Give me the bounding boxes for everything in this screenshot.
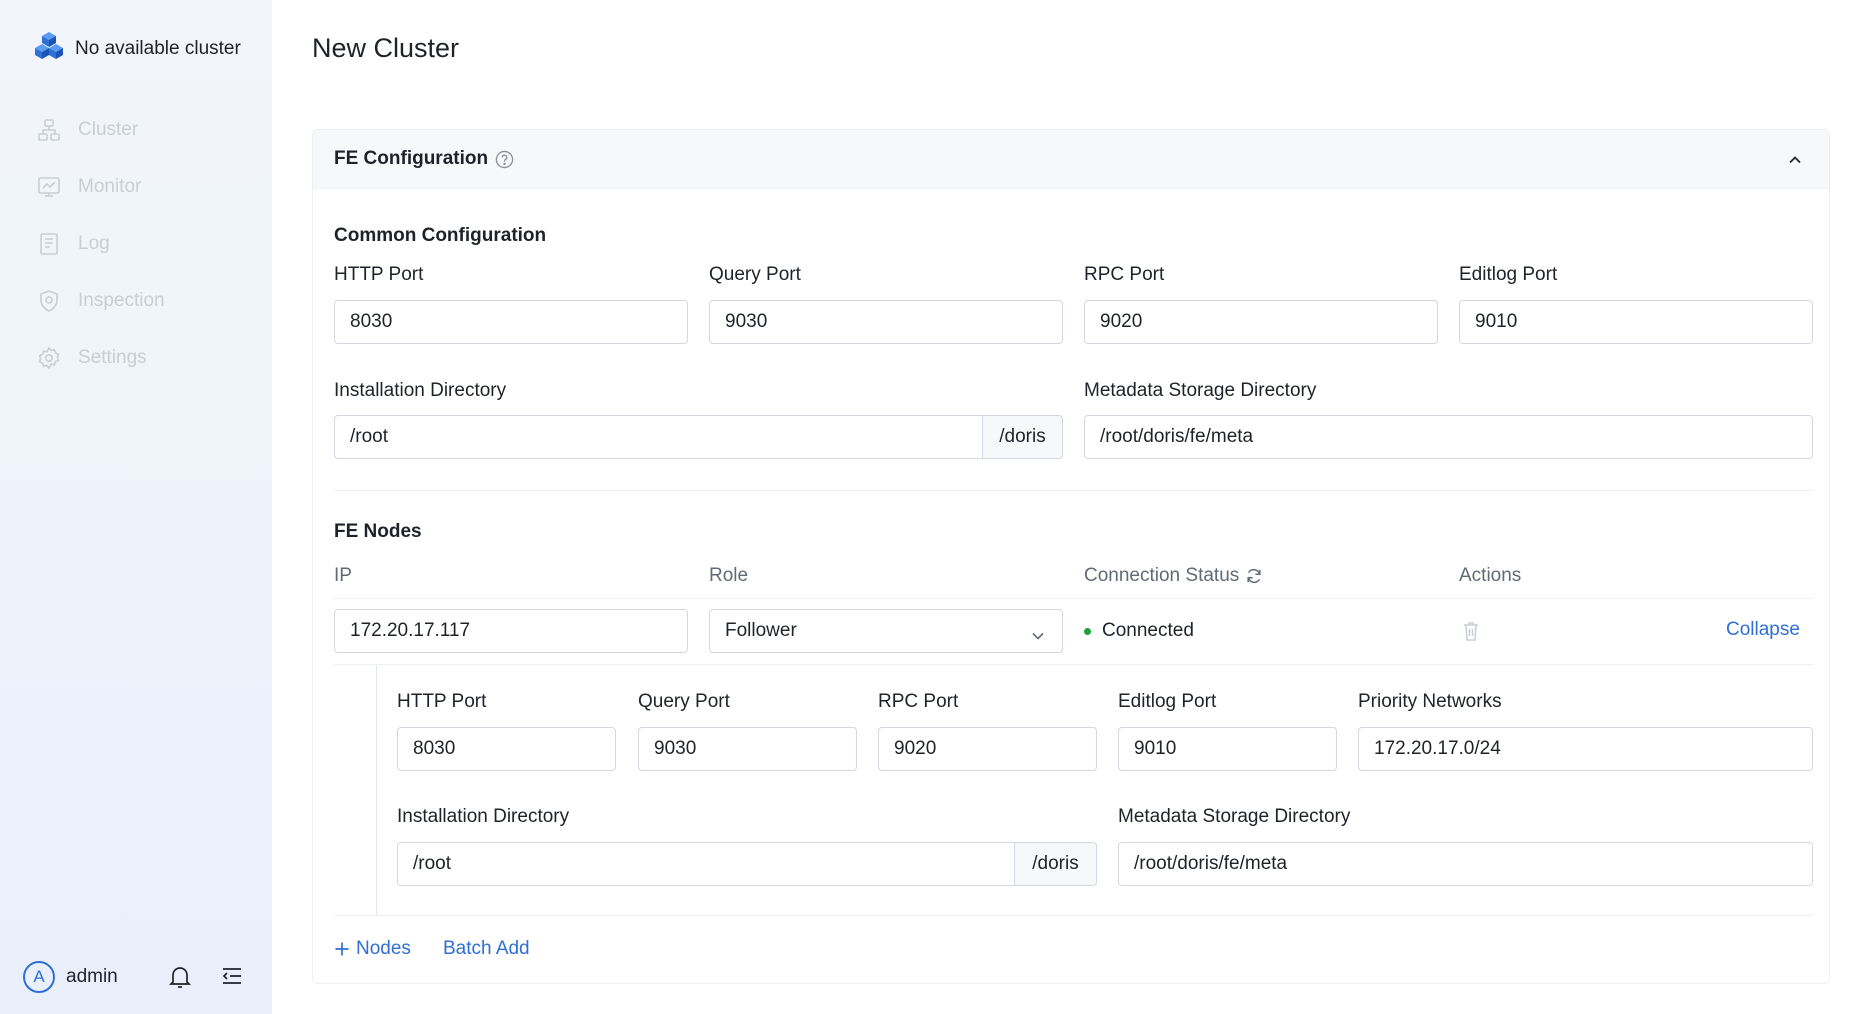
sidebar-item-label: Monitor: [78, 175, 142, 197]
rpc-port-input[interactable]: 9020: [1084, 300, 1438, 344]
node-ip-input[interactable]: 172.20.17.117: [334, 609, 688, 653]
fe-configuration-panel: FE Configuration Common Configuration HT…: [312, 129, 1830, 984]
table-header-divider: [334, 598, 1813, 599]
status-text: Connected: [1102, 620, 1194, 641]
node-role-select[interactable]: Follower: [709, 609, 1063, 653]
node-priority-networks-label: Priority Networks: [1358, 691, 1502, 712]
sidebar-footer: A admin: [23, 960, 253, 994]
fe-configuration-header[interactable]: FE Configuration: [313, 130, 1829, 189]
brand[interactable]: No available cluster: [34, 31, 241, 66]
row-divider: [334, 664, 1813, 665]
rpc-port-label: RPC Port: [1084, 264, 1165, 285]
add-nodes-label: Nodes: [356, 938, 411, 959]
node-http-port-label: HTTP Port: [397, 691, 487, 712]
node-installation-directory-label: Installation Directory: [397, 806, 570, 827]
detail-indent-line: [376, 665, 377, 915]
bell-icon[interactable]: [168, 964, 192, 995]
user-name[interactable]: admin: [66, 966, 118, 988]
add-nodes-button[interactable]: Nodes: [334, 938, 411, 960]
http-port-label: HTTP Port: [334, 264, 424, 285]
chevron-up-icon[interactable]: [1787, 152, 1803, 173]
refresh-icon[interactable]: [1245, 567, 1263, 585]
sidebar-nav: Cluster Monitor Log Inspection Settings: [36, 101, 246, 386]
query-port-label: Query Port: [709, 264, 801, 285]
plus-icon: [334, 941, 350, 957]
monitor-icon: [36, 174, 62, 200]
sidebar-item-label: Settings: [78, 346, 147, 368]
node-installation-directory-suffix: /doris: [1014, 843, 1096, 885]
metadata-storage-directory-input[interactable]: /root/doris/fe/meta: [1084, 415, 1813, 459]
node-editlog-port-input[interactable]: 9010: [1118, 727, 1337, 771]
trash-icon[interactable]: [1461, 620, 1481, 647]
sidebar-item-inspection[interactable]: Inspection: [36, 272, 246, 329]
column-header-role: Role: [709, 565, 749, 586]
installation-directory-label: Installation Directory: [334, 380, 507, 401]
cluster-icon: [36, 117, 62, 143]
chevron-down-icon: [1031, 626, 1045, 648]
sidebar-item-label: Log: [78, 232, 110, 254]
logo-cubes-icon: [34, 31, 64, 66]
brand-title: No available cluster: [75, 37, 241, 59]
installation-directory-suffix: /doris: [982, 416, 1062, 458]
node-connection-status: Connected: [1084, 619, 1194, 643]
sidebar-item-label: Inspection: [78, 289, 165, 311]
collapse-link[interactable]: Collapse: [1726, 619, 1800, 641]
column-header-ip: IP: [334, 565, 352, 586]
page-title: New Cluster: [312, 33, 460, 63]
http-port-input[interactable]: 8030: [334, 300, 688, 344]
node-priority-networks-input[interactable]: 172.20.17.0/24: [1358, 727, 1813, 771]
sidebar-item-monitor[interactable]: Monitor: [36, 158, 246, 215]
editlog-port-label: Editlog Port: [1459, 264, 1558, 285]
fe-nodes-title: FE Nodes: [334, 521, 422, 542]
column-header-connection-status: Connection Status: [1084, 565, 1263, 587]
status-dot-icon: [1084, 627, 1091, 635]
column-header-actions: Actions: [1459, 565, 1522, 586]
sidebar-item-settings[interactable]: Settings: [36, 329, 246, 386]
node-metadata-storage-directory-label: Metadata Storage Directory: [1118, 806, 1351, 827]
common-configuration-title: Common Configuration: [334, 225, 547, 246]
avatar[interactable]: A: [23, 961, 55, 993]
sidebar-item-cluster[interactable]: Cluster: [36, 101, 246, 158]
menu-fold-icon[interactable]: [220, 964, 244, 993]
metadata-storage-directory-label: Metadata Storage Directory: [1084, 380, 1317, 401]
sidebar: No available cluster Cluster Monitor Log…: [0, 0, 272, 1014]
help-icon[interactable]: [495, 150, 514, 169]
gear-icon: [36, 345, 62, 371]
sidebar-item-label: Cluster: [78, 118, 139, 140]
batch-add-button[interactable]: Batch Add: [443, 938, 530, 960]
nodes-bottom-divider: [334, 915, 1813, 916]
shield-icon: [36, 288, 62, 314]
node-query-port-label: Query Port: [638, 691, 730, 712]
installation-directory-input[interactable]: /root /doris: [334, 415, 1063, 459]
node-editlog-port-label: Editlog Port: [1118, 691, 1217, 712]
fe-configuration-title: FE Configuration: [334, 148, 489, 169]
node-rpc-port-label: RPC Port: [878, 691, 959, 712]
node-rpc-port-input[interactable]: 9020: [878, 727, 1097, 771]
section-divider: [334, 490, 1813, 491]
node-query-port-input[interactable]: 9030: [638, 727, 857, 771]
node-installation-directory-input[interactable]: /root /doris: [397, 842, 1097, 886]
log-icon: [36, 231, 62, 257]
node-metadata-storage-directory-input[interactable]: /root/doris/fe/meta: [1118, 842, 1813, 886]
node-http-port-input[interactable]: 8030: [397, 727, 616, 771]
editlog-port-input[interactable]: 9010: [1459, 300, 1813, 344]
sidebar-item-log[interactable]: Log: [36, 215, 246, 272]
query-port-input[interactable]: 9030: [709, 300, 1063, 344]
